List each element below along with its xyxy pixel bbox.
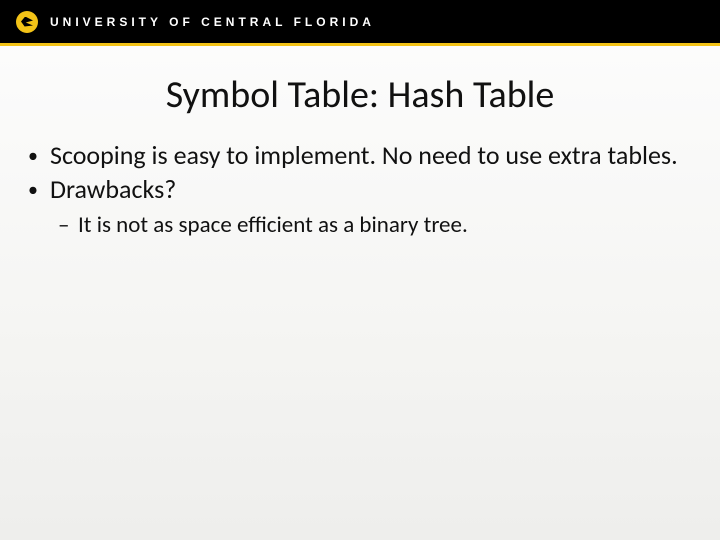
pegasus-glyph — [21, 17, 33, 27]
bullet-text: Drawbacks? — [50, 174, 692, 206]
slide-title: Symbol Table: Hash Table — [0, 72, 720, 118]
bullet-icon: • — [28, 140, 50, 168]
bullet-icon: • — [28, 174, 50, 202]
ucf-pegasus-icon — [16, 11, 38, 33]
bullet-text: Scooping is easy to implement. No need t… — [50, 140, 692, 172]
slide-content: • Scooping is easy to implement. No need… — [0, 140, 720, 240]
sub-bullet-item: – It is not as space efficient as a bina… — [58, 211, 692, 240]
sub-bullet-text: It is not as space efficient as a binary… — [78, 211, 468, 240]
header-bar: UNIVERSITY OF CENTRAL FLORIDA — [0, 0, 720, 46]
bullet-item: • Drawbacks? — [28, 174, 692, 206]
dash-icon: – — [58, 211, 78, 240]
bullet-item: • Scooping is easy to implement. No need… — [28, 140, 692, 172]
header-org-name: UNIVERSITY OF CENTRAL FLORIDA — [50, 15, 375, 29]
